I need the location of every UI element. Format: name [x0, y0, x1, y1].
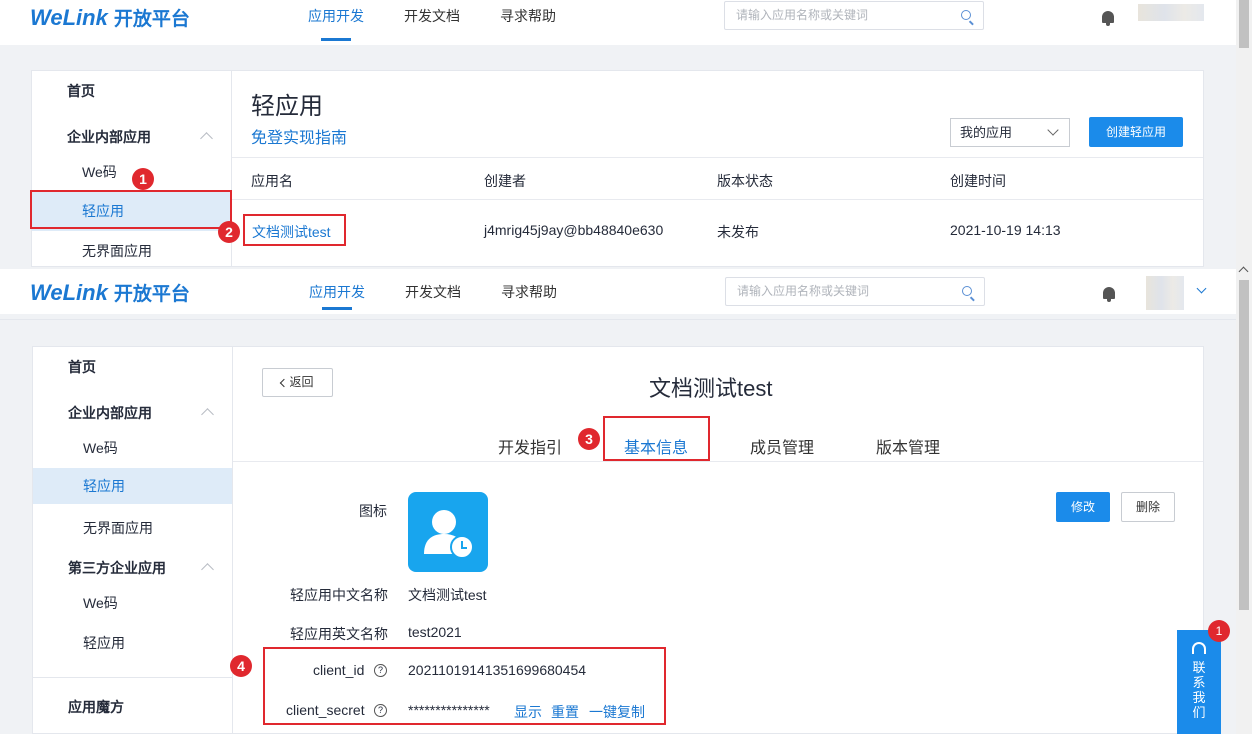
scrollbar-top[interactable]: [1236, 0, 1252, 266]
annotation-marker-3: 3: [578, 428, 600, 450]
edit-button[interactable]: 修改: [1056, 492, 1110, 522]
divider: [33, 677, 232, 678]
delete-button[interactable]: 删除: [1121, 492, 1175, 522]
sidebar-group-app-magic[interactable]: 应用魔方: [68, 697, 124, 717]
chevron-up-icon[interactable]: [200, 132, 213, 145]
back-button[interactable]: 返回: [262, 368, 333, 397]
divider: [232, 199, 1203, 200]
en-name-value: test2021: [408, 624, 462, 640]
app-icon: [408, 492, 488, 572]
sidebar-item-headless[interactable]: 无界面应用: [82, 241, 152, 261]
search-icon[interactable]: [962, 286, 972, 296]
scrollbar-bottom[interactable]: [1236, 266, 1252, 734]
sidebar-home[interactable]: 首页: [68, 357, 96, 377]
en-name-label: 轻应用英文名称: [290, 626, 388, 642]
search-input[interactable]: 请输入应用名称或关键词: [724, 1, 984, 30]
contact-us-button[interactable]: 联 系 我 们: [1177, 630, 1221, 734]
table-row-status: 未发布: [717, 224, 759, 240]
icon-label: 图标: [359, 503, 387, 519]
table-row-creator: j4mrig45j9ay@bb48840e630: [484, 222, 664, 238]
nav-app-dev[interactable]: 应用开发: [309, 269, 365, 314]
contact-us-label: 联 系 我 们: [1192, 660, 1206, 720]
avatar[interactable]: [1146, 276, 1184, 310]
welink-logo[interactable]: WeLink 开放平台: [30, 4, 190, 31]
chevron-down-icon: [1047, 124, 1059, 136]
bell-icon[interactable]: [1102, 11, 1114, 26]
sidebar-item-third-wecode[interactable]: We码: [83, 593, 118, 613]
table-row-created: 2021-10-19 14:13: [950, 222, 1061, 238]
tab-members[interactable]: 成员管理: [750, 434, 814, 458]
top-header: WeLink 开放平台 应用开发 开发文档 寻求帮助 请输入应用名称或关键词: [0, 0, 1252, 45]
cn-name-label: 轻应用中文名称: [290, 587, 388, 603]
nav-dev-docs[interactable]: 开发文档: [405, 269, 461, 314]
sidebar-item-third-light-app[interactable]: 轻应用: [83, 633, 125, 653]
annotation-marker-4: 4: [230, 655, 252, 677]
scrollbar-thumb[interactable]: [1239, 0, 1249, 48]
app-title: 文档测试test: [649, 376, 773, 401]
create-light-app-button[interactable]: 创建轻应用: [1089, 117, 1183, 147]
scroll-up-icon[interactable]: [1238, 266, 1249, 277]
annotation-marker-1: 1: [132, 168, 154, 190]
bell-icon[interactable]: [1103, 287, 1115, 302]
avatar[interactable]: [1138, 4, 1204, 21]
user-clock-icon: [424, 510, 474, 559]
divider: [0, 319, 1236, 320]
column-header-created[interactable]: 创建时间: [950, 171, 1006, 191]
annotation-marker-2: 2: [218, 221, 240, 243]
divider: [232, 157, 1203, 158]
annotation-box-light-app: [30, 190, 232, 229]
sidebar-item-light-app[interactable]: 轻应用: [33, 468, 232, 504]
sidebar-item-wecode[interactable]: We码: [83, 438, 118, 458]
chevron-up-icon[interactable]: [201, 563, 214, 576]
nav-help[interactable]: 寻求帮助: [500, 0, 556, 45]
chevron-up-icon[interactable]: [201, 408, 214, 421]
page-title: 轻应用: [251, 93, 323, 120]
bottom-sidebar: 首页 企业内部应用 We码 轻应用 无界面应用 第三方企业应用 We码 轻应用 …: [32, 346, 232, 734]
tab-dev-guide[interactable]: 开发指引: [498, 434, 562, 458]
search-input[interactable]: 请输入应用名称或关键词: [725, 277, 985, 306]
nav-help[interactable]: 寻求帮助: [501, 269, 557, 314]
bottom-header: WeLink 开放平台 应用开发 开发文档 寻求帮助 请输入应用名称或关键词: [0, 269, 1252, 314]
top-main-panel: 轻应用 免登实现指南 我的应用 创建轻应用 应用名 创建者 版本状态 创建时间 …: [231, 70, 1204, 267]
app-filter-select[interactable]: 我的应用: [950, 118, 1070, 147]
column-header-status[interactable]: 版本状态: [717, 171, 773, 191]
sidebar-item-headless[interactable]: 无界面应用: [83, 518, 153, 538]
annotation-box-basic-info: [603, 416, 710, 461]
headset-icon: [1192, 642, 1206, 654]
scrollbar-thumb[interactable]: [1239, 280, 1249, 610]
sidebar-home[interactable]: 首页: [67, 81, 95, 101]
sidebar-item-wecode[interactable]: We码: [82, 162, 117, 182]
guide-link[interactable]: 免登实现指南: [251, 124, 347, 148]
top-sidebar: 首页 企业内部应用 We码 轻应用 无界面应用: [31, 70, 231, 267]
sidebar-group-third-party[interactable]: 第三方企业应用: [68, 558, 166, 578]
column-header-creator[interactable]: 创建者: [484, 171, 526, 191]
welink-logo[interactable]: WeLink 开放平台: [30, 279, 190, 306]
column-header-name[interactable]: 应用名: [251, 171, 293, 191]
chevron-down-icon[interactable]: [1196, 283, 1207, 294]
divider: [233, 461, 1203, 462]
annotation-box-credentials: [263, 647, 666, 725]
tab-versions[interactable]: 版本管理: [876, 434, 940, 458]
contact-unread-badge: 1: [1208, 620, 1230, 642]
search-icon[interactable]: [961, 10, 971, 20]
annotation-box-app-link: [243, 214, 346, 246]
sidebar-group-internal[interactable]: 企业内部应用: [68, 403, 152, 423]
nav-app-dev[interactable]: 应用开发: [308, 0, 364, 45]
sidebar-group-internal[interactable]: 企业内部应用: [67, 127, 151, 147]
nav-dev-docs[interactable]: 开发文档: [404, 0, 460, 45]
chevron-left-icon: [280, 378, 289, 388]
cn-name-value: 文档测试test: [408, 587, 487, 603]
